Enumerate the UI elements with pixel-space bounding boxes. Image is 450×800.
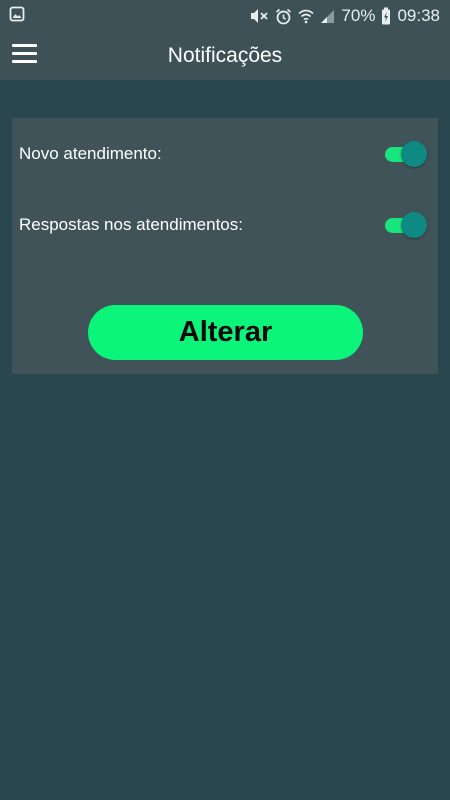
cell-signal-icon: [320, 8, 335, 24]
setting-label: Respostas nos atendimentos:: [19, 215, 243, 234]
alarm-icon: [275, 8, 292, 25]
gallery-notification-icon: [9, 6, 25, 27]
mute-icon: [249, 7, 269, 25]
wifi-icon: [298, 8, 314, 24]
toggle-thumb: [401, 141, 427, 167]
battery-charging-icon: [381, 7, 391, 25]
status-bar: 70% 09:38: [0, 0, 450, 32]
alterar-button[interactable]: Alterar: [88, 305, 363, 360]
status-left: [9, 6, 25, 27]
respostas-toggle[interactable]: [385, 212, 427, 238]
status-right: 70% 09:38: [249, 6, 440, 26]
notification-settings-card: Novo atendimento: Respostas nos atendime…: [12, 118, 438, 374]
novo-atendimento-toggle[interactable]: [385, 141, 427, 167]
status-time: 09:38: [397, 6, 440, 25]
toggle-thumb: [401, 212, 427, 238]
setting-row-novo-atendimento: Novo atendimento:: [12, 134, 438, 174]
setting-label: Novo atendimento:: [19, 144, 162, 163]
setting-row-respostas: Respostas nos atendimentos:: [12, 205, 438, 245]
battery-percent: 70%: [341, 6, 376, 25]
page-title: Notificações: [167, 44, 283, 67]
app-bar: Notificações: [0, 32, 450, 80]
